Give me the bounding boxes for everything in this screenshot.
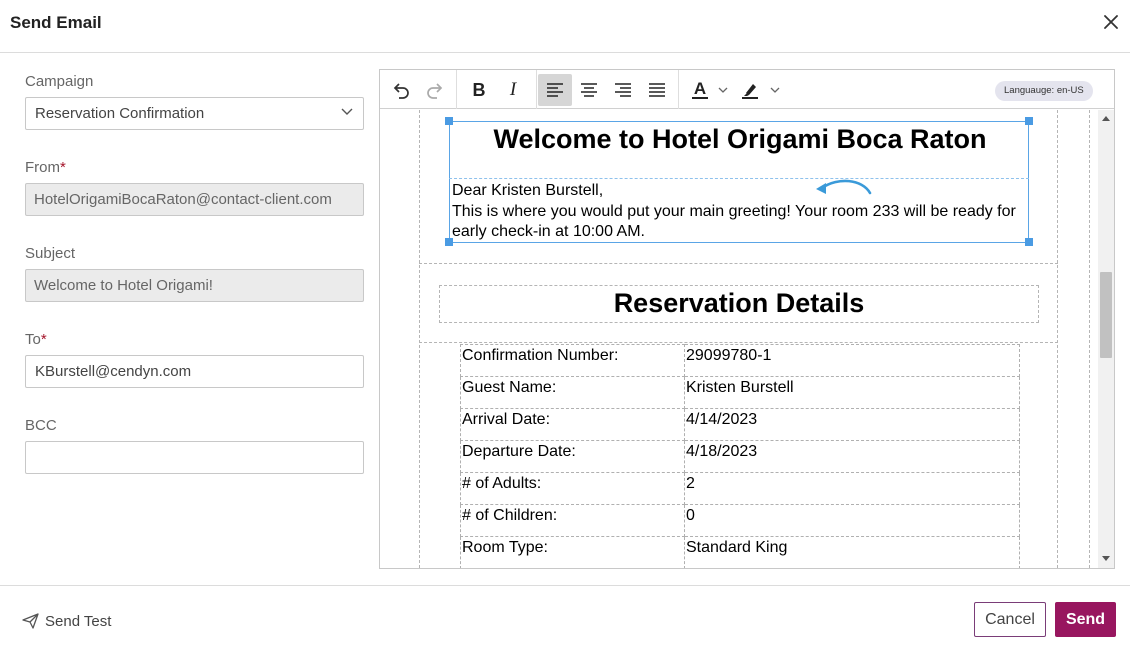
dialog-footer: Send Test Cancel Send bbox=[0, 585, 1130, 651]
table-row: Arrival Date: 4/14/2023 bbox=[460, 408, 1020, 441]
greeting-body: This is where you would put your main gr… bbox=[452, 202, 1016, 241]
greeting-text[interactable]: Dear Kristen Burstell, This is where you… bbox=[452, 181, 1028, 243]
table-row: Guest Name: Kristen Burstell bbox=[460, 376, 1020, 409]
italic-icon[interactable]: I bbox=[496, 74, 530, 106]
align-justify-icon[interactable] bbox=[640, 74, 674, 106]
table-row: # of Adults: 2 bbox=[460, 472, 1020, 505]
from-label: From* bbox=[25, 159, 66, 176]
detail-label: Arrival Date: bbox=[460, 408, 685, 441]
editor-scrollbar[interactable] bbox=[1098, 110, 1114, 568]
align-left-icon[interactable] bbox=[538, 74, 572, 106]
chevron-down-icon bbox=[770, 87, 780, 93]
send-test-button[interactable]: Send Test bbox=[22, 611, 111, 631]
subject-label: Subject bbox=[25, 245, 76, 262]
section-divider bbox=[419, 263, 1058, 264]
language-badge[interactable]: Languauge: en-US bbox=[995, 81, 1093, 101]
reservation-details-table: Confirmation Number: 29099780-1 Guest Name… bbox=[460, 344, 1020, 568]
detail-label: # of Adults: bbox=[460, 472, 685, 505]
dialog-title: Send Email bbox=[10, 13, 102, 32]
chevron-down-icon bbox=[718, 87, 728, 93]
scroll-thumb[interactable] bbox=[1100, 272, 1112, 358]
editor-toolbar: B I A Languauge: en-US bbox=[380, 70, 1114, 109]
send-test-label: Send Test bbox=[45, 612, 112, 630]
layout-guide bbox=[419, 110, 420, 568]
email-heading[interactable]: Welcome to Hotel Origami Boca Raton bbox=[450, 124, 1030, 155]
send-button[interactable]: Send bbox=[1055, 602, 1116, 637]
cancel-button[interactable]: Cancel bbox=[974, 602, 1046, 637]
detail-label: Guest Name: bbox=[460, 376, 685, 409]
to-field[interactable]: KBurstell@cendyn.com bbox=[25, 355, 364, 388]
email-canvas[interactable]: Welcome to Hotel Origami Boca Raton Dear… bbox=[380, 110, 1098, 568]
highlight-icon[interactable] bbox=[736, 74, 784, 106]
campaign-value: Reservation Confirmation bbox=[35, 105, 205, 122]
dialog-header: Send Email bbox=[0, 0, 1130, 53]
table-row: Room Type: Standard King bbox=[460, 536, 1020, 568]
details-heading[interactable]: Reservation Details bbox=[439, 288, 1039, 319]
detail-value: Kristen Burstell bbox=[684, 376, 1020, 409]
campaign-select[interactable]: Reservation Confirmation bbox=[25, 97, 364, 130]
toolbar-divider bbox=[536, 70, 537, 109]
font-color-glyph: A bbox=[691, 79, 709, 99]
table-row: Confirmation Number: 29099780-1 bbox=[460, 344, 1020, 377]
align-center-icon[interactable] bbox=[572, 74, 606, 106]
detail-label: Departure Date: bbox=[460, 440, 685, 473]
table-row: # of Children: 0 bbox=[460, 504, 1020, 537]
greeting-line: Dear Kristen Burstell, bbox=[452, 182, 604, 199]
campaign-label: Campaign bbox=[25, 73, 94, 90]
scroll-up-arrow[interactable] bbox=[1102, 116, 1110, 121]
required-marker: * bbox=[60, 159, 66, 176]
detail-label: Room Type: bbox=[460, 536, 685, 568]
detail-label: Confirmation Number: bbox=[460, 344, 685, 377]
chevron-down-icon bbox=[341, 108, 353, 115]
required-marker: * bbox=[40, 331, 47, 348]
section-divider bbox=[419, 342, 1058, 343]
email-editor: B I A Languauge: en-US Welcome to Hotel … bbox=[379, 69, 1115, 569]
subject-field: Welcome to Hotel Origami! bbox=[25, 269, 364, 302]
bold-icon[interactable]: B bbox=[462, 74, 496, 106]
scroll-down-arrow[interactable] bbox=[1102, 556, 1110, 561]
detail-value: 4/18/2023 bbox=[684, 440, 1020, 473]
detail-label: # of Children: bbox=[460, 504, 685, 537]
paper-plane-icon bbox=[22, 613, 39, 629]
table-row: Departure Date: 4/18/2023 bbox=[460, 440, 1020, 473]
curved-arrow-icon bbox=[816, 179, 872, 195]
detail-value: 29099780-1 bbox=[684, 344, 1020, 377]
undo-icon[interactable] bbox=[384, 74, 418, 106]
bcc-field[interactable] bbox=[25, 441, 364, 474]
toolbar-divider bbox=[456, 70, 457, 109]
close-icon[interactable] bbox=[1100, 12, 1122, 34]
toolbar-divider bbox=[678, 70, 679, 109]
detail-value: 0 bbox=[684, 504, 1020, 537]
layout-guide bbox=[1057, 110, 1058, 568]
to-label: To* bbox=[25, 331, 47, 348]
bcc-label: BCC bbox=[25, 417, 57, 434]
from-field: HotelOrigamiBocaRaton@contact-client.com bbox=[25, 183, 364, 216]
layout-guide bbox=[1089, 110, 1090, 568]
align-right-icon[interactable] bbox=[606, 74, 640, 106]
redo-icon[interactable] bbox=[418, 74, 452, 106]
font-color-icon[interactable]: A bbox=[684, 74, 736, 106]
detail-value: 2 bbox=[684, 472, 1020, 505]
detail-value: Standard King bbox=[684, 536, 1020, 568]
detail-value: 4/14/2023 bbox=[684, 408, 1020, 441]
